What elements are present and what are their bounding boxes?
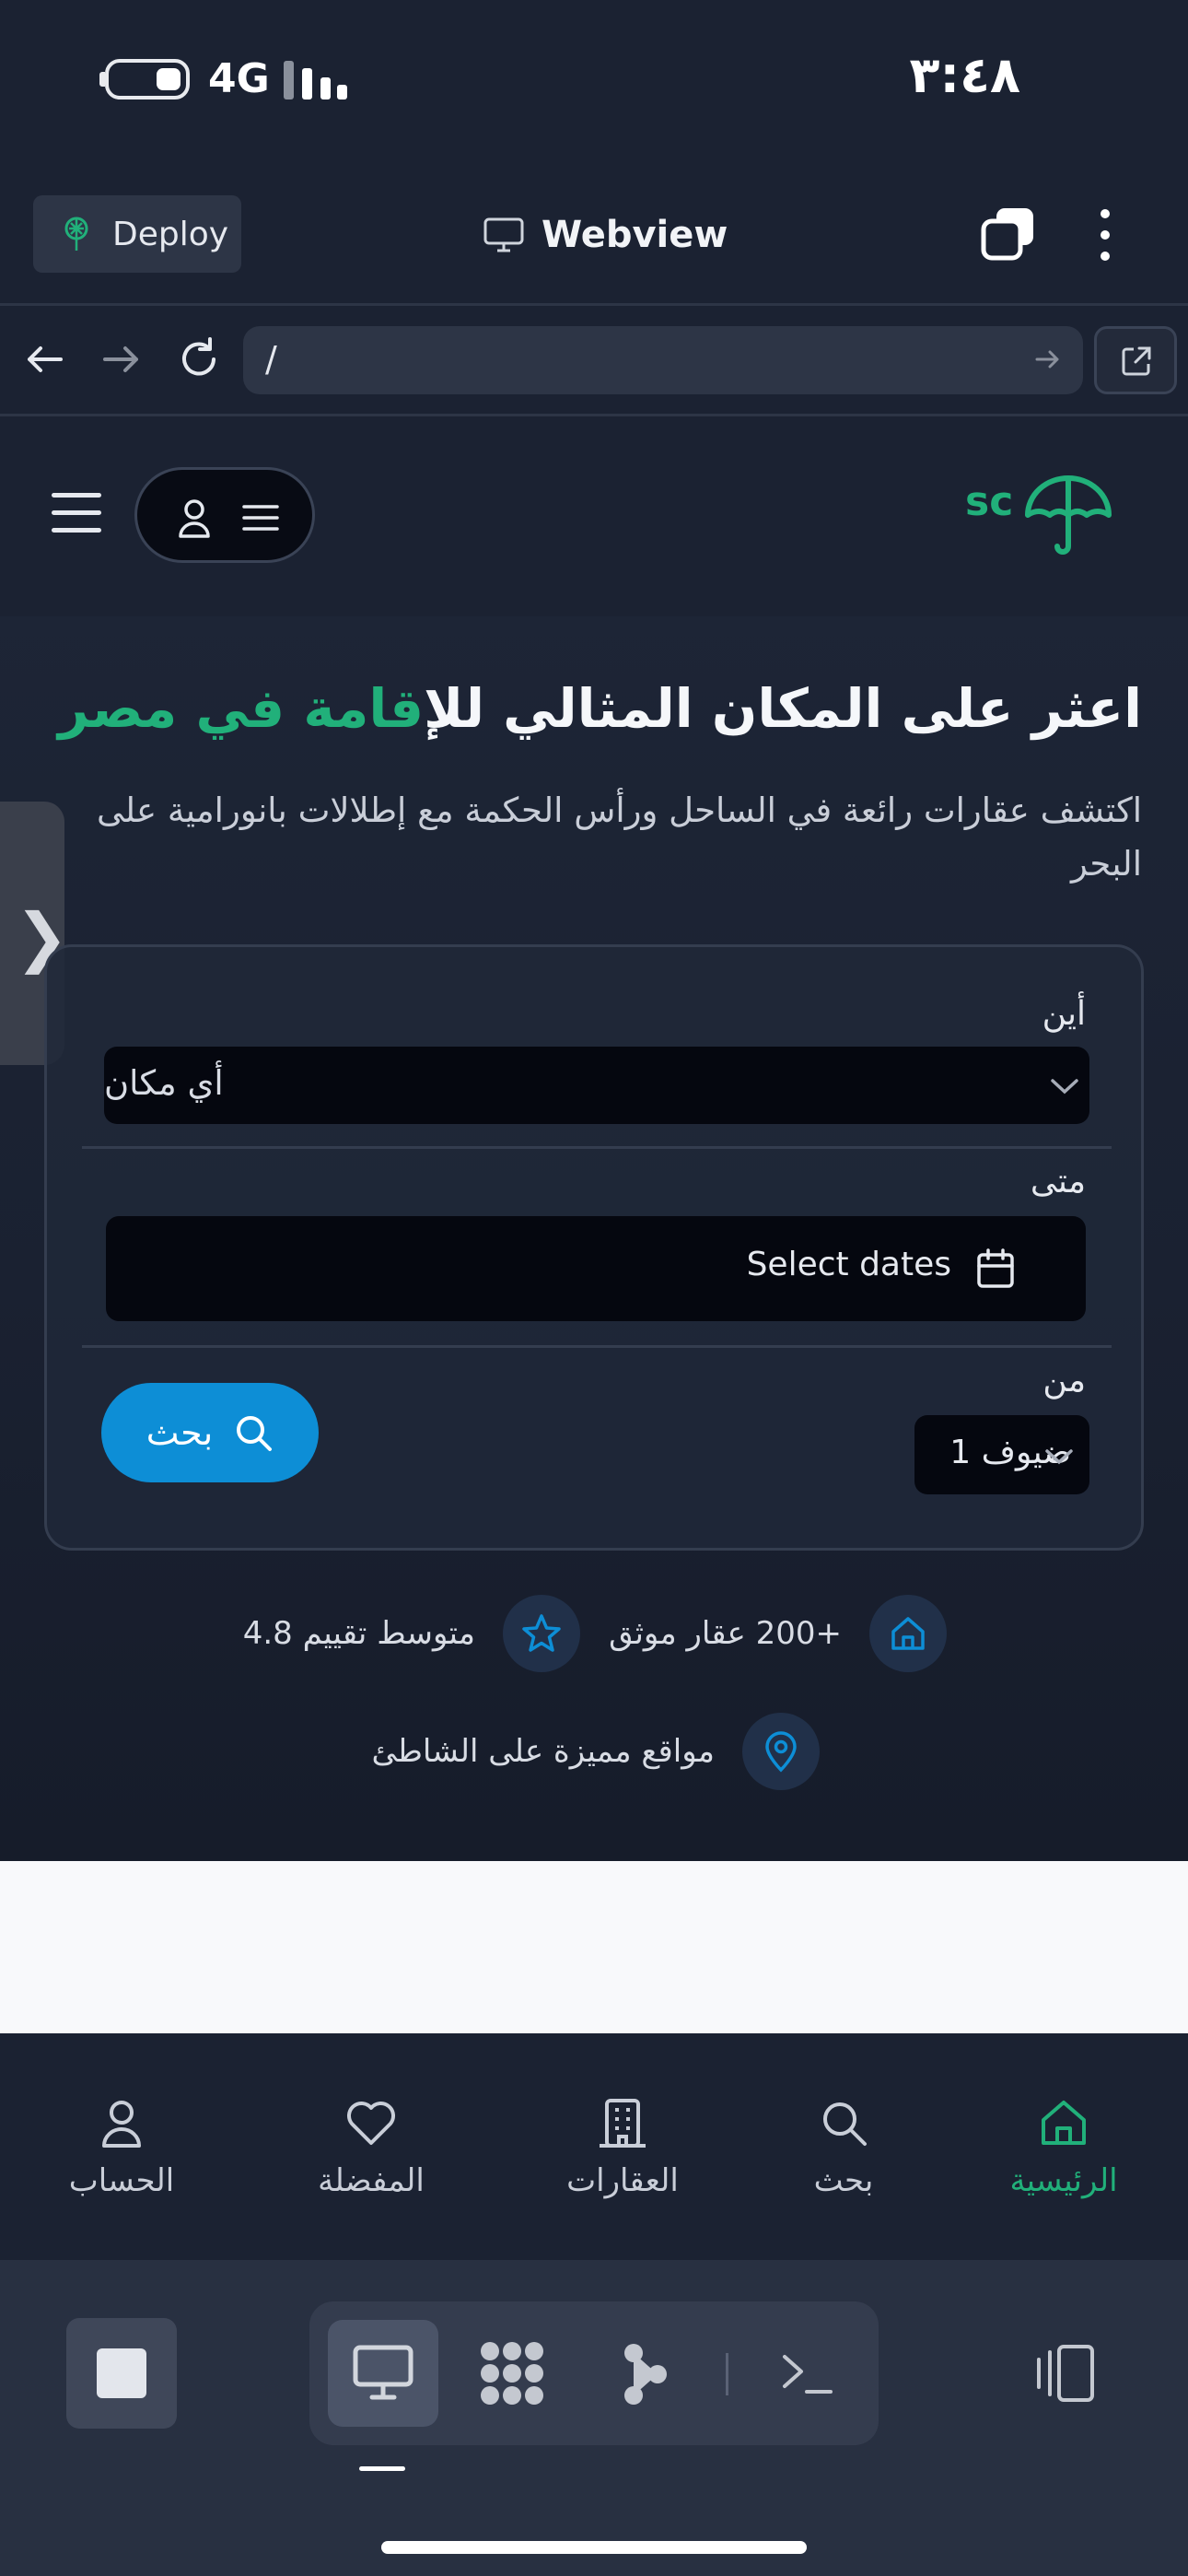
- nav-item-search[interactable]: بحث: [742, 2096, 945, 2199]
- building-icon: [600, 2099, 646, 2148]
- home-icon: [869, 1595, 947, 1672]
- nav-item-account[interactable]: الحساب: [20, 2096, 223, 2199]
- status-bar: 4G ٣:٤٨: [0, 0, 1188, 166]
- open-external-button[interactable]: [1094, 326, 1177, 394]
- nav-label: العقارات: [566, 2162, 679, 2199]
- menu-lines-icon: [242, 505, 279, 531]
- hero-title-main: اعثر على المكان المثالي لل: [424, 677, 1142, 740]
- deploy-label: Deploy: [112, 215, 229, 253]
- umbrella-logo-icon[interactable]: [1022, 473, 1114, 556]
- logo-text: sc: [965, 478, 1014, 525]
- who-label: من: [1042, 1362, 1086, 1399]
- home-indicator[interactable]: [381, 2541, 807, 2554]
- page-content-area: [0, 1861, 1188, 2036]
- nav-label: الحساب: [68, 2162, 175, 2199]
- user-icon: [179, 499, 210, 538]
- search-icon: [823, 2102, 867, 2146]
- date-picker[interactable]: Select dates: [106, 1216, 1086, 1321]
- stat-rating-text: متوسط تقييم 4.8: [242, 1615, 475, 1652]
- divider: [82, 1345, 1112, 1348]
- web-content: sc اعثر على المكان المثالي للإقامة في مص…: [0, 419, 1188, 1861]
- nav-label: الرئيسية: [1009, 2162, 1118, 2199]
- deploy-button[interactable]: Deploy: [33, 195, 241, 273]
- nav-item-properties[interactable]: العقارات: [521, 2096, 724, 2199]
- location-pin-icon: [742, 1713, 820, 1790]
- date-placeholder: Select dates: [746, 1246, 951, 1283]
- view-switcher: [309, 2301, 879, 2445]
- nav-label: بحث: [813, 2162, 874, 2199]
- home-icon: [1042, 2101, 1086, 2145]
- stat-locations: مواقع مميزة على الشاطئ: [372, 1713, 820, 1790]
- separator: [726, 2353, 728, 2395]
- battery-icon: [105, 59, 190, 100]
- stop-button[interactable]: [66, 2318, 177, 2429]
- stat-rating: متوسط تقييم 4.8: [243, 1595, 580, 1672]
- url-bar: /: [0, 306, 1188, 416]
- split-view-icon[interactable]: [1031, 2343, 1098, 2404]
- webview-title[interactable]: Webview: [483, 205, 728, 265]
- system-bar: [0, 2260, 1188, 2576]
- forward-arrow-icon[interactable]: [96, 334, 147, 385]
- reload-icon[interactable]: [173, 334, 225, 385]
- nav-item-home[interactable]: الرئيسية: [962, 2096, 1165, 2199]
- where-value: أي مكان: [104, 1063, 224, 1103]
- where-label: أين: [1042, 995, 1086, 1033]
- account-menu-button[interactable]: [134, 467, 315, 563]
- stat-properties-text: +200 عقار موثق: [609, 1615, 842, 1652]
- go-arrow-icon[interactable]: [1033, 345, 1063, 374]
- network-type: 4G: [208, 55, 270, 102]
- star-icon: [503, 1595, 580, 1672]
- clock: ٣:٤٨: [909, 46, 1020, 104]
- url-input[interactable]: /: [243, 326, 1083, 394]
- hero-title: اعثر على المكان المثالي للإقامة في مصر: [58, 677, 1142, 740]
- grid-icon[interactable]: [477, 2338, 547, 2408]
- nav-item-favorites[interactable]: المفضلة: [270, 2096, 472, 2199]
- chevron-down-icon: [1051, 1079, 1078, 1095]
- graph-icon[interactable]: [623, 2342, 669, 2406]
- app-toolbar: Deploy Webview: [0, 166, 1188, 306]
- heart-icon: [347, 2102, 395, 2145]
- hamburger-menu-icon[interactable]: [52, 493, 103, 533]
- stat-locations-text: مواقع مميزة على الشاطئ: [371, 1733, 715, 1770]
- monitor-view-button[interactable]: [328, 2320, 438, 2427]
- monitor-icon: [353, 2345, 413, 2400]
- when-label: متى: [1030, 1163, 1086, 1200]
- more-menu-icon[interactable]: [1092, 206, 1118, 263]
- hero-title-accent: إقامة في مصر: [58, 677, 425, 740]
- hero-subtitle: اكتشف عقارات رائعة في الساحل ورأس الحكمة…: [96, 790, 1142, 884]
- terminal-icon[interactable]: [779, 2351, 834, 2397]
- bottom-navigation: الرئيسية بحث العقارات المفضلة الحساب: [0, 2039, 1188, 2260]
- stat-properties: +200 عقار موثق: [609, 1595, 947, 1672]
- divider: [82, 1146, 1112, 1149]
- active-indicator: [359, 2466, 405, 2471]
- nav-label: المفضلة: [318, 2162, 425, 2199]
- back-arrow-icon[interactable]: [18, 334, 70, 385]
- deploy-icon: [64, 217, 88, 251]
- tabs-icon[interactable]: [980, 206, 1037, 263]
- calendar-icon: [977, 1248, 1014, 1288]
- url-path: /: [265, 339, 277, 380]
- search-icon: [237, 1416, 273, 1451]
- webview-label: Webview: [542, 214, 728, 256]
- stop-icon: [97, 2348, 146, 2398]
- site-header: sc: [0, 419, 1188, 616]
- user-icon: [102, 2101, 141, 2148]
- guests-select[interactable]: ضيوف 1: [914, 1415, 1089, 1494]
- search-button-label: بحث: [146, 1412, 214, 1453]
- chevron-down-icon: [1045, 1449, 1073, 1465]
- search-button[interactable]: بحث: [101, 1383, 319, 1482]
- signal-icon: [284, 61, 348, 100]
- monitor-icon: [483, 217, 524, 252]
- where-select[interactable]: أي مكان: [104, 1047, 1089, 1124]
- external-link-icon: [1122, 346, 1151, 376]
